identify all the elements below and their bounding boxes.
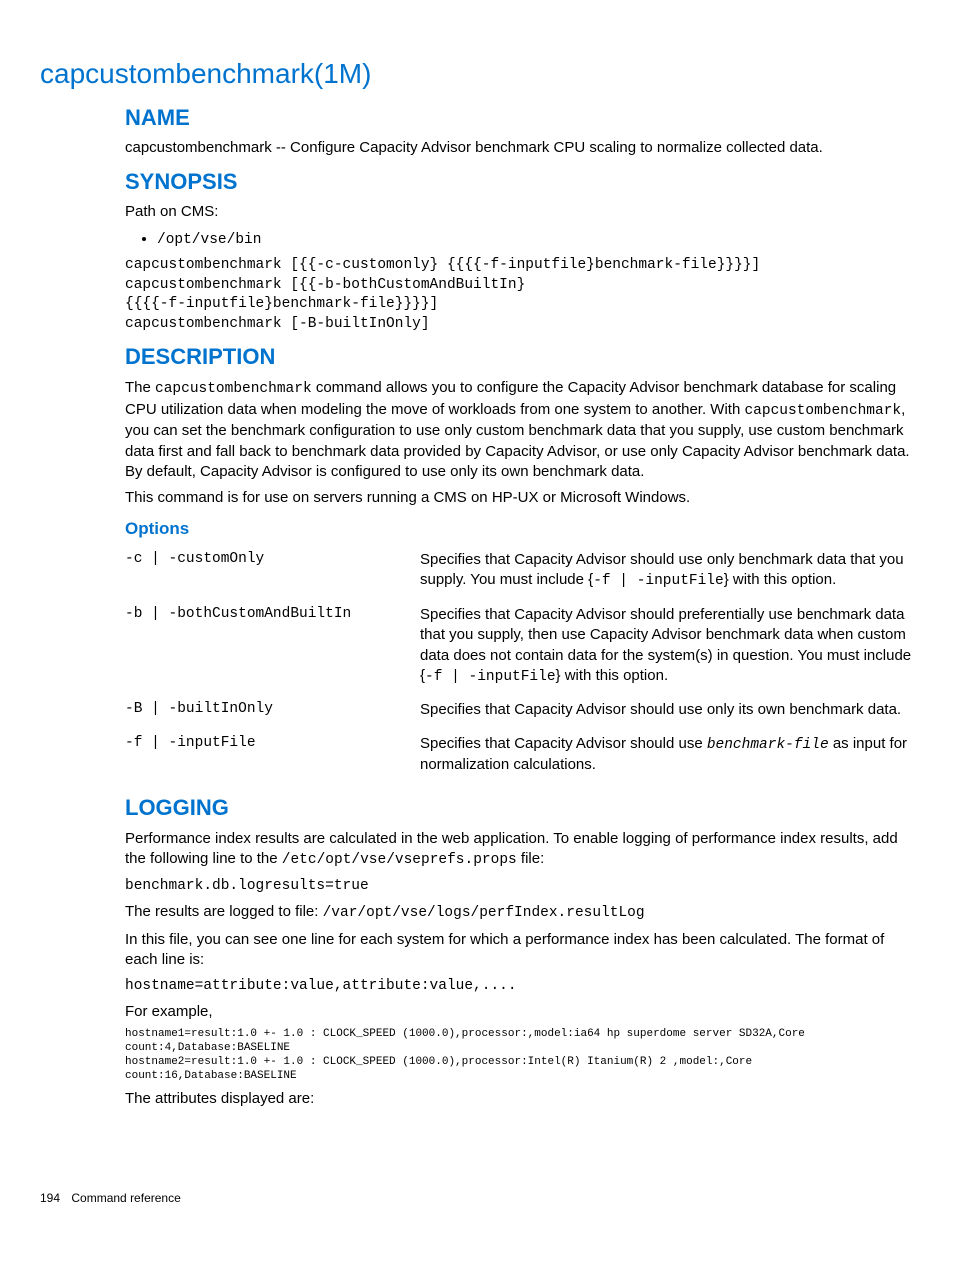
page-title: capcustombenchmark(1M): [40, 55, 914, 93]
name-text: capcustombenchmark -- Configure Capacity…: [125, 138, 914, 158]
logging-code2: hostname=attribute:value,attribute:value…: [125, 977, 914, 997]
logging-p3: In this file, you can see one line for e…: [125, 930, 914, 971]
description-para2: This command is for use on servers runni…: [125, 488, 914, 508]
logging-p5: The attributes displayed are:: [125, 1089, 914, 1109]
table-row: -f | -inputFile Specifies that Capacity …: [125, 731, 914, 786]
logging-p2: The results are logged to file: /var/opt…: [125, 902, 914, 924]
heading-synopsis: SYNOPSIS: [125, 167, 914, 197]
option-desc: Specifies that Capacity Advisor should u…: [420, 731, 914, 786]
option-desc: Specifies that Capacity Advisor should p…: [420, 602, 914, 697]
opt-desc-code: -f | -inputFile: [425, 669, 556, 685]
opt-desc-b: } with this option.: [724, 571, 837, 588]
synopsis-lines: capcustombenchmark [{{-c-customonly} {{{…: [125, 256, 914, 334]
option-flag: -b | -bothCustomAndBuiltIn: [125, 602, 420, 697]
page-footer: 194 Command reference: [40, 1190, 914, 1206]
synopsis-path-value: /opt/vse/bin: [157, 232, 261, 248]
opt-desc-codei: benchmark-file: [707, 737, 829, 753]
heading-description: DESCRIPTION: [125, 342, 914, 372]
description-para1: The capcustombenchmark command allows yo…: [125, 378, 914, 482]
option-desc: Specifies that Capacity Advisor should u…: [420, 547, 914, 602]
log-p2-a: The results are logged to file:: [125, 903, 323, 920]
desc-p1-cmd2: capcustombenchmark: [744, 403, 901, 419]
heading-options: Options: [125, 518, 914, 541]
table-row: -b | -bothCustomAndBuiltIn Specifies tha…: [125, 602, 914, 697]
opt-desc-a: Specifies that Capacity Advisor should u…: [420, 701, 901, 718]
logging-example: hostname1=result:1.0 +- 1.0 : CLOCK_SPEE…: [125, 1028, 914, 1083]
option-flag: -f | -inputFile: [125, 731, 420, 786]
logging-code1: benchmark.db.logresults=true: [125, 877, 914, 897]
table-row: -c | -customOnly Specifies that Capacity…: [125, 547, 914, 602]
footer-section: Command reference: [71, 1191, 180, 1205]
desc-p1-cmd1: capcustombenchmark: [155, 381, 312, 397]
log-p2-code: /var/opt/vse/logs/perfIndex.resultLog: [323, 905, 645, 921]
synopsis-path-label: Path on CMS:: [125, 202, 914, 222]
heading-logging: LOGGING: [125, 793, 914, 823]
options-table: -c | -customOnly Specifies that Capacity…: [125, 547, 914, 785]
option-flag: -c | -customOnly: [125, 547, 420, 602]
opt-desc-code: -f | -inputFile: [593, 573, 724, 589]
table-row: -B | -builtInOnly Specifies that Capacit…: [125, 697, 914, 730]
synopsis-path-list: /opt/vse/bin: [125, 229, 914, 251]
log-p1-b: file:: [517, 850, 545, 867]
option-desc: Specifies that Capacity Advisor should u…: [420, 697, 914, 730]
heading-name: NAME: [125, 103, 914, 133]
opt-desc-b: } with this option.: [556, 667, 669, 684]
logging-p1: Performance index results are calculated…: [125, 829, 914, 871]
logging-p4: For example,: [125, 1002, 914, 1022]
log-p1-code: /etc/opt/vse/vseprefs.props: [282, 852, 517, 868]
content-body: NAME capcustombenchmark -- Configure Cap…: [125, 103, 914, 1110]
option-flag: -B | -builtInOnly: [125, 697, 420, 730]
opt-desc-a: Specifies that Capacity Advisor should u…: [420, 735, 707, 752]
desc-p1-a: The: [125, 379, 155, 396]
page-number: 194: [40, 1191, 60, 1205]
